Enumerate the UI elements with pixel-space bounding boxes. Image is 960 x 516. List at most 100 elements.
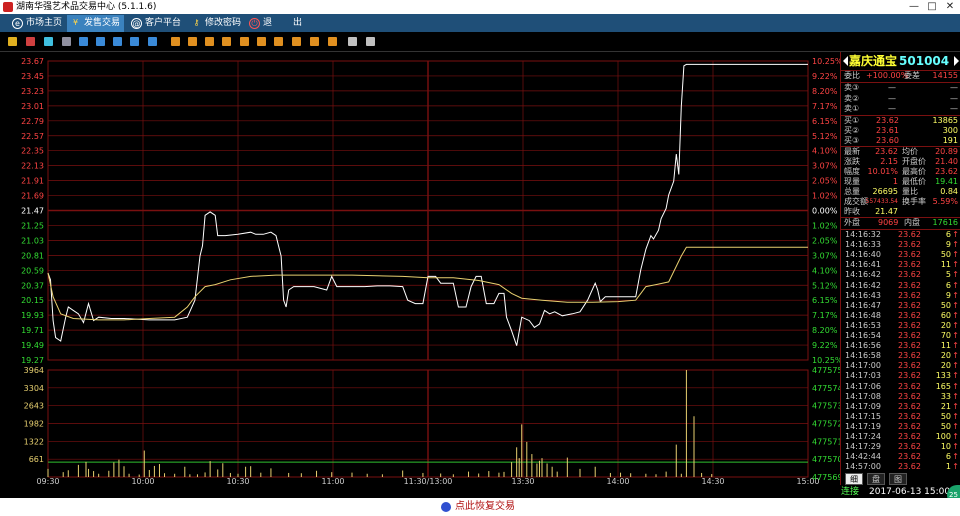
tick-volume: 33 bbox=[940, 391, 951, 401]
price-tick-label: 19.93 bbox=[21, 311, 44, 320]
percent-tick-label: 4.10% bbox=[812, 147, 838, 156]
close-button[interactable]: ✕ bbox=[942, 1, 958, 13]
inner-value: 17616 bbox=[932, 218, 958, 227]
maximize-button[interactable]: □ bbox=[924, 1, 940, 13]
menu-logout[interactable]: ⏻ 退 bbox=[246, 15, 272, 32]
line-chart-icon[interactable] bbox=[26, 37, 35, 46]
tool3-icon[interactable] bbox=[205, 37, 214, 46]
volume-tick-label: 1982 bbox=[24, 420, 44, 429]
up-arrow-icon: ↑ bbox=[952, 331, 959, 340]
stock-name-text: 嘉庆通宝 bbox=[849, 54, 898, 68]
menu-client-platform[interactable]: @ 客户平台 bbox=[128, 15, 181, 32]
tool7-icon[interactable] bbox=[274, 37, 283, 46]
tick-row: 14:57:00 23.62 1 ↑ bbox=[842, 462, 960, 472]
list-icon[interactable] bbox=[62, 37, 71, 46]
candles-icon[interactable] bbox=[44, 37, 53, 46]
key-icon: ⚷ bbox=[193, 18, 200, 27]
f2-icon[interactable] bbox=[96, 37, 105, 46]
tick-volume: 10 bbox=[940, 442, 951, 452]
up-arrow-icon: ↑ bbox=[952, 361, 959, 371]
tick-time: 14:17:29 bbox=[845, 442, 881, 452]
tool6-icon[interactable] bbox=[257, 37, 266, 46]
tick-row: 14:17:19 23.62 50 ↑ bbox=[842, 422, 960, 432]
next-stock-arrow-icon[interactable] bbox=[954, 56, 959, 66]
tool10-icon[interactable] bbox=[328, 37, 337, 46]
menu-label: 市场主页 bbox=[26, 18, 63, 28]
resume-trading-link[interactable]: 点此恢复交易 bbox=[441, 500, 515, 514]
tab-details[interactable]: 细 bbox=[845, 473, 863, 485]
price-tick-label: 21.25 bbox=[21, 221, 44, 230]
stat-value: 23.62 bbox=[935, 167, 958, 176]
menu-label: 出 bbox=[293, 18, 303, 28]
percent-tick-label: 7.17% bbox=[812, 311, 838, 320]
f5-icon[interactable] bbox=[148, 37, 157, 46]
bid-label: 买② bbox=[844, 126, 860, 135]
tick-volume: 50 bbox=[940, 250, 951, 260]
stat-label: 量比 bbox=[902, 187, 918, 196]
tick-time: 14:17:09 bbox=[845, 401, 881, 411]
tool8-icon[interactable] bbox=[292, 37, 301, 46]
tool9-icon[interactable] bbox=[310, 37, 319, 46]
title-bar: 湖南华强艺术品交易中心 (5.1.1.6) — □ ✕ bbox=[0, 0, 960, 14]
up-arrow-icon: ↑ bbox=[952, 462, 959, 472]
stat-row: 成交额 557433.54 换手率 5.59% bbox=[842, 197, 960, 207]
menu-label: 修改密码 bbox=[205, 18, 242, 28]
tick-row: 14:16:32 23.62 6 ↑ bbox=[842, 230, 960, 240]
stat-value: 21.40 bbox=[935, 157, 958, 166]
ask-price: — bbox=[888, 104, 896, 113]
percent-tick-label: 0.00% bbox=[812, 207, 838, 216]
price-tick-label: 20.59 bbox=[21, 266, 44, 275]
stat-row: 最新 23.62 均价 20.89 bbox=[842, 147, 960, 157]
tick-row: 14:17:08 23.62 33 ↑ bbox=[842, 392, 960, 402]
prev-stock-arrow-icon[interactable] bbox=[843, 56, 848, 66]
app-logo-icon bbox=[3, 2, 13, 12]
price-tick-label: 22.79 bbox=[21, 117, 44, 126]
menu-issue-trade[interactable]: ¥ 发售交易 bbox=[67, 15, 124, 32]
up-arrow-icon: ↑ bbox=[952, 432, 959, 441]
menu-market-home[interactable]: e 市场主页 bbox=[9, 15, 62, 32]
tick-row: 14:16:41 23.62 11 ↑ bbox=[842, 260, 960, 270]
tick-row: 14:16:47 23.62 50 ↑ bbox=[842, 301, 960, 311]
stat-value: 19.41 bbox=[935, 177, 958, 186]
tick-row: 14:17:15 23.62 50 ↑ bbox=[842, 412, 960, 422]
bar-chart-icon[interactable] bbox=[8, 37, 17, 46]
percent-tick-label: 8.20% bbox=[812, 87, 838, 96]
up-arrow-icon: ↑ bbox=[952, 310, 959, 320]
tick-time: 14:17:24 bbox=[845, 432, 881, 441]
stat-label: 开盘价 bbox=[902, 157, 926, 166]
menu-change-password[interactable]: ⚷ 修改密码 bbox=[188, 15, 241, 32]
tick-volume: 133 bbox=[935, 371, 951, 381]
price-tick-label: 20.81 bbox=[21, 251, 44, 260]
f4-icon[interactable] bbox=[130, 37, 139, 46]
tab-depth[interactable]: 盘 bbox=[867, 473, 885, 485]
tool1-icon[interactable] bbox=[171, 37, 180, 46]
ask-volume: — bbox=[950, 93, 958, 103]
tab-chart[interactable]: 图 bbox=[889, 473, 907, 485]
volume-right-tick-label: 477569 bbox=[812, 473, 840, 482]
ask-volume: — bbox=[950, 104, 958, 113]
stat-value: 23.62 bbox=[875, 147, 898, 156]
tick-price: 23.62 bbox=[898, 462, 921, 472]
bid-row: 买② 23.61 300 bbox=[842, 126, 960, 136]
tick-volume: 9 bbox=[945, 240, 951, 250]
volume-tick-label: 1322 bbox=[24, 437, 44, 446]
stat-label: 最低价 bbox=[902, 177, 926, 186]
tool5-icon[interactable] bbox=[240, 37, 249, 46]
ask-label: 卖③ bbox=[844, 83, 860, 92]
tool4-icon[interactable] bbox=[222, 37, 231, 46]
tick-price: 23.62 bbox=[898, 381, 921, 391]
price-tick-label: 19.49 bbox=[21, 341, 44, 350]
tool2-icon[interactable] bbox=[188, 37, 197, 46]
menu-exit[interactable]: 出 bbox=[276, 15, 302, 32]
pencil-icon[interactable] bbox=[348, 37, 357, 46]
tick-volume: 100 bbox=[935, 432, 951, 441]
tick-time: 14:16:41 bbox=[845, 260, 881, 270]
minimize-button[interactable]: — bbox=[906, 1, 922, 13]
f3-icon[interactable] bbox=[113, 37, 122, 46]
grid-icon[interactable] bbox=[79, 37, 88, 46]
tick-row: 14:16:40 23.62 50 ↑ bbox=[842, 250, 960, 260]
tick-volume: 1 bbox=[945, 462, 951, 472]
ask-label: 卖② bbox=[844, 93, 860, 103]
tick-volume: 11 bbox=[940, 341, 951, 351]
settings-gear-icon[interactable] bbox=[366, 37, 375, 46]
